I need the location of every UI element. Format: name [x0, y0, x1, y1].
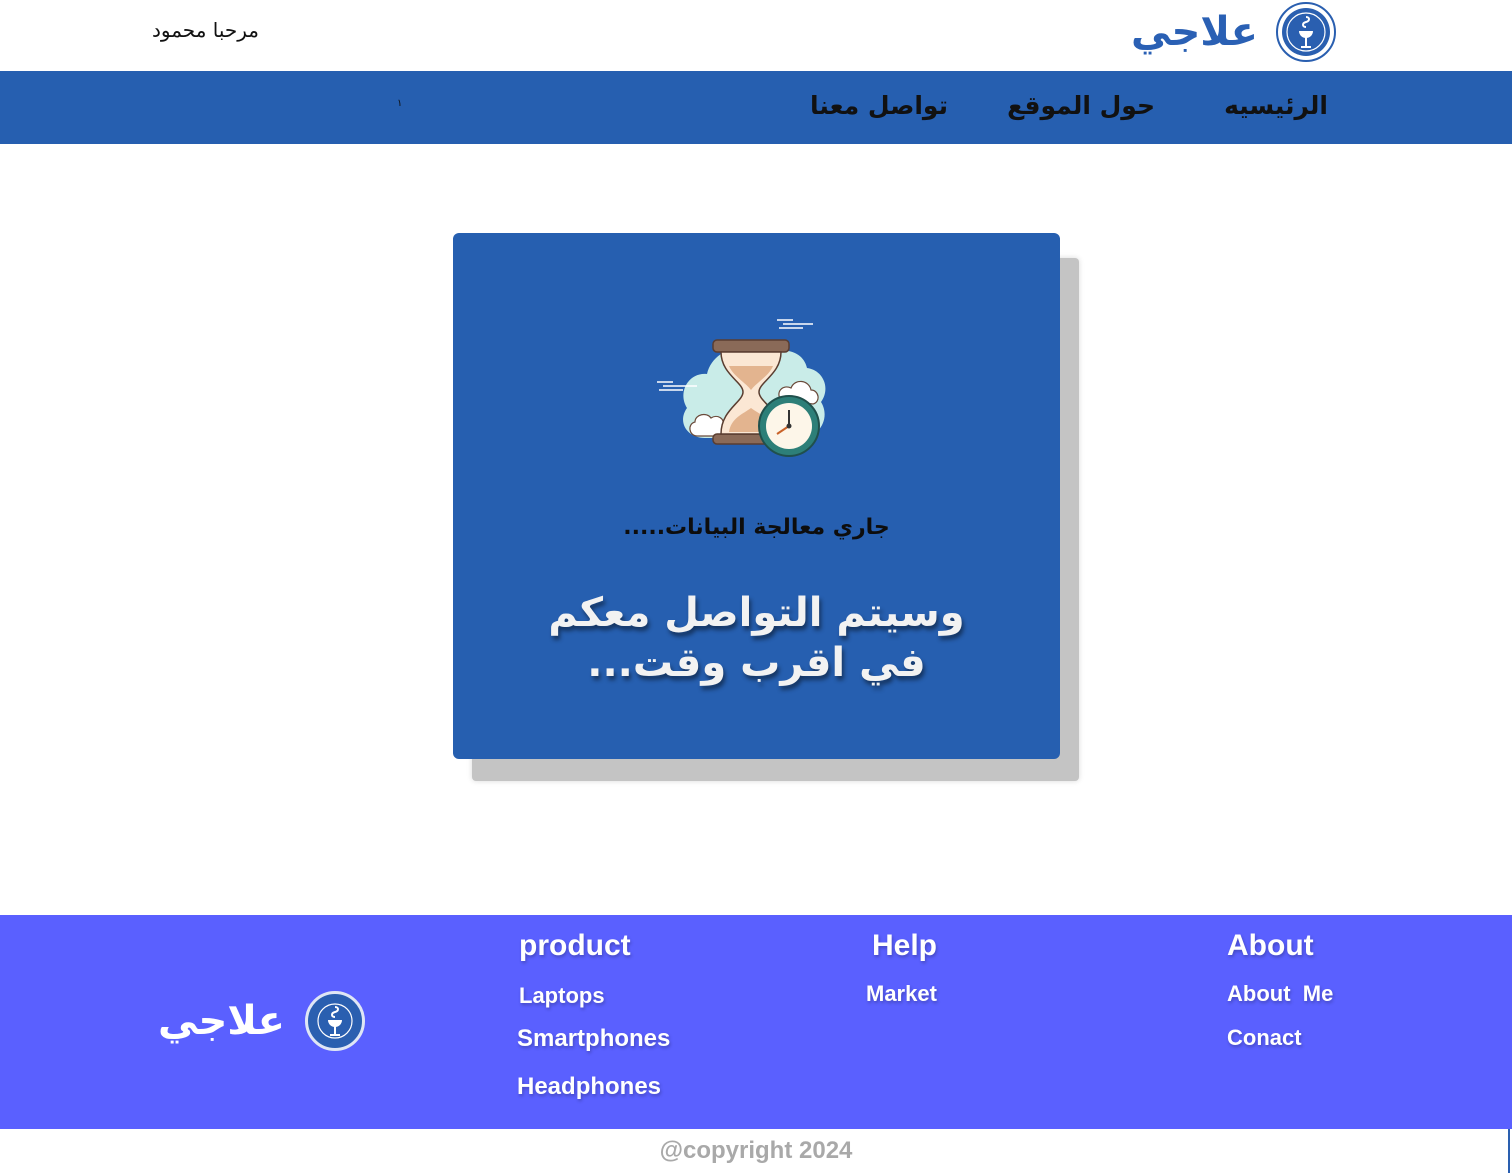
footer-column-help: Help Market [866, 929, 937, 1007]
processing-text: جاري معالجة البيانات..... [623, 515, 890, 540]
footer-column-title: Help [872, 929, 938, 962]
footer: علاجي product Laptops Smartphones Headph… [0, 915, 1512, 1129]
brand[interactable]: علاجي [1131, 1, 1336, 63]
nav-item-contact[interactable]: تواصل معنا [810, 91, 948, 120]
footer-brand-name: علاجي [158, 998, 285, 1044]
footer-link-market[interactable]: Market [866, 981, 937, 1007]
footer-column-about: About About Me Conact [1227, 929, 1333, 1051]
nav-badge: ١ [397, 98, 403, 109]
user-greeting: مرحبا محمود [152, 18, 260, 42]
processing-card: جاري معالجة البيانات..... وسيتم التواصل … [453, 233, 1060, 759]
divider [1508, 1129, 1510, 1173]
footer-column-title: About [1227, 929, 1314, 962]
page: مرحبا محمود علاجي الرئيسيه حول الموقع تو… [0, 0, 1512, 1173]
top-header: مرحبا محمود علاجي [0, 0, 1512, 71]
nav-item-about[interactable]: حول الموقع [1007, 91, 1155, 120]
main-nav: الرئيسيه حول الموقع تواصل معنا ١ [0, 71, 1512, 144]
nav-item-home[interactable]: الرئيسيه [1224, 91, 1328, 120]
brand-name: علاجي [1131, 9, 1258, 55]
copyright-text: @copyright 2024 [659, 1137, 853, 1164]
footer-brand[interactable]: علاجي [158, 991, 365, 1051]
pharmacy-logo-icon [305, 991, 365, 1051]
footer-link-about-me[interactable]: About Me [1227, 981, 1333, 1007]
pharmacy-logo-icon [1276, 2, 1336, 62]
footer-column-product: product Laptops Smartphones Headphones [517, 929, 670, 1101]
footer-link-contact[interactable]: Conact [1227, 1025, 1333, 1051]
footer-column-title: product [519, 929, 631, 962]
hourglass-clock-cloud-icon [653, 308, 853, 468]
footer-link-smartphones[interactable]: Smartphones [517, 1025, 670, 1053]
footer-link-headphones[interactable]: Headphones [517, 1073, 670, 1101]
footer-link-laptops[interactable]: Laptops [519, 983, 670, 1009]
contact-message: وسيتم التواصل معكم في اقرب وقت... [548, 590, 965, 686]
copyright-bar: @copyright 2024 [0, 1129, 1512, 1173]
